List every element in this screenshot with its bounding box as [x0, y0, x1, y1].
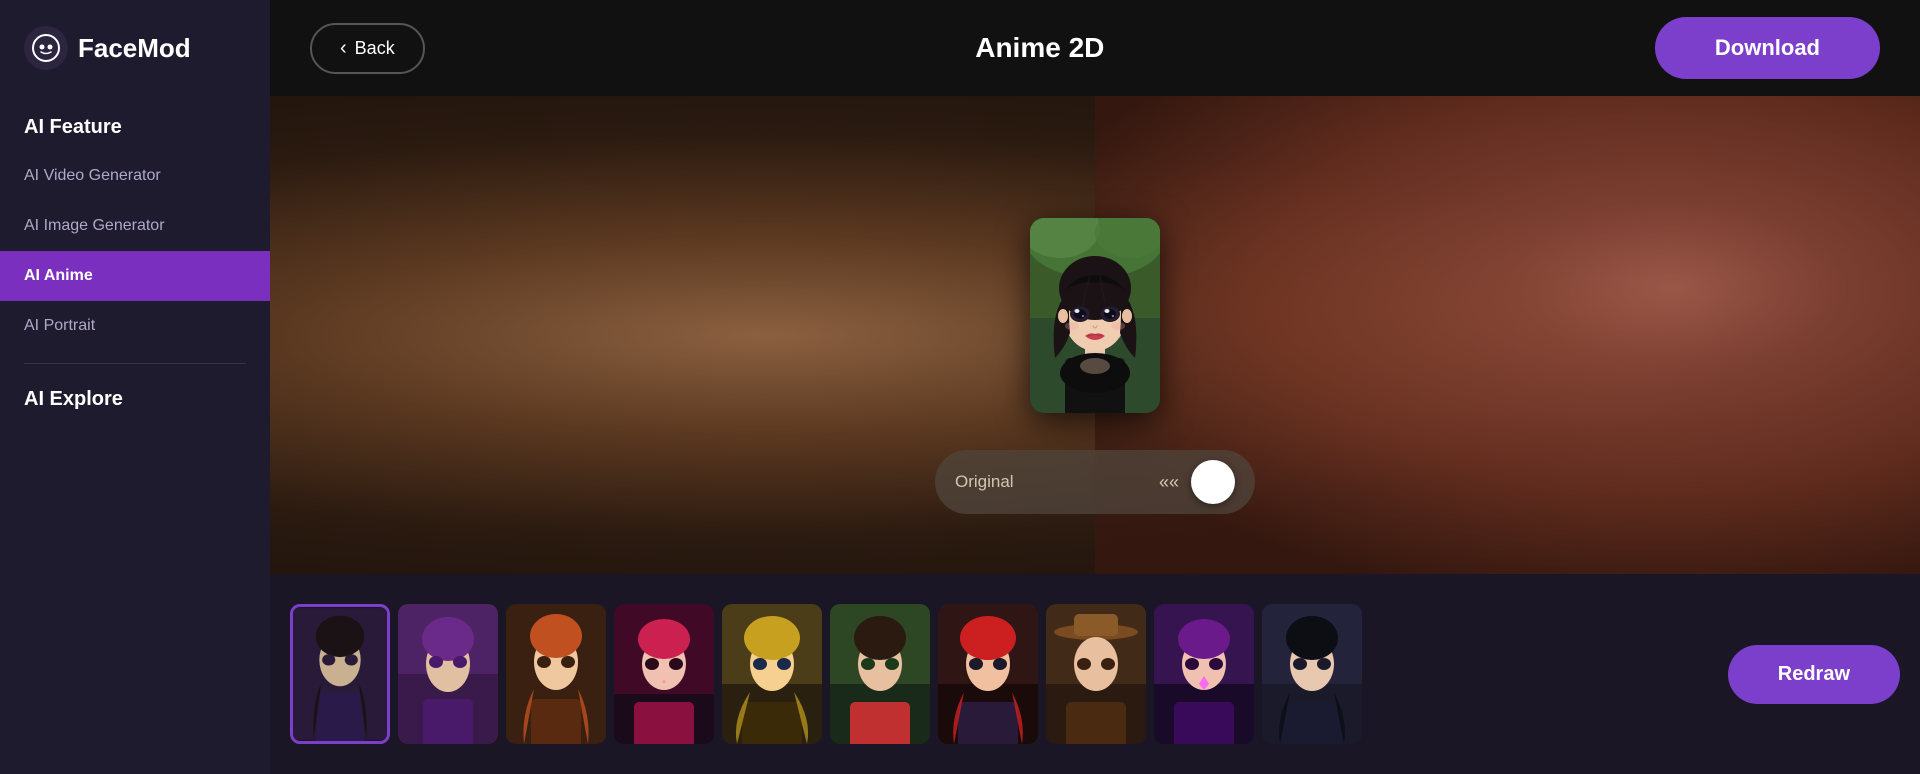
page-title: Anime 2D — [975, 32, 1104, 64]
logo-text: FaceMod — [78, 33, 191, 64]
thumbnail-1[interactable] — [290, 604, 390, 744]
toggle-arrows-icon: «« — [1159, 472, 1179, 493]
thumbnail-10[interactable] — [1262, 604, 1362, 744]
ai-explore-section-title: AI Explore — [0, 376, 270, 423]
header: ‹ Back Anime 2D Download — [270, 0, 1920, 96]
thumbnail-9[interactable] — [1154, 604, 1254, 744]
download-button[interactable]: Download — [1655, 17, 1880, 79]
canvas-area: Original «« — [270, 96, 1920, 574]
thumbnail-4[interactable]: ♦ — [614, 604, 714, 744]
sidebar-item-ai-anime[interactable]: AI Anime — [0, 251, 270, 301]
back-button[interactable]: ‹ Back — [310, 23, 425, 74]
ai-feature-section-title: AI Feature — [0, 96, 270, 151]
bottom-strip: ♦ — [270, 574, 1920, 774]
thumbnail-7[interactable] — [938, 604, 1038, 744]
redraw-button[interactable]: Redraw — [1728, 645, 1900, 704]
svg-text:♦: ♦ — [662, 677, 666, 686]
sidebar-item-ai-video-generator[interactable]: AI Video Generator — [0, 151, 270, 201]
main-content: ‹ Back Anime 2D Download — [270, 0, 1920, 774]
thumbnail-2[interactable] — [398, 604, 498, 744]
sidebar-divider — [24, 363, 246, 364]
thumbnail-8[interactable] — [1046, 604, 1146, 744]
toggle-knob[interactable] — [1191, 460, 1235, 504]
thumbnail-3[interactable] — [506, 604, 606, 744]
chevron-left-icon: ‹ — [340, 37, 347, 60]
sidebar-item-ai-image-generator[interactable]: AI Image Generator — [0, 201, 270, 251]
toggle-label: Original — [955, 472, 1147, 492]
toggle-bar[interactable]: Original «« — [935, 450, 1255, 514]
thumbnail-6[interactable] — [830, 604, 930, 744]
back-label: Back — [355, 38, 395, 59]
sidebar: FaceMod AI Feature AI Video Generator AI… — [0, 0, 270, 774]
main-image-card — [1030, 218, 1160, 413]
logo-icon — [24, 26, 68, 70]
thumbnail-5[interactable] — [722, 604, 822, 744]
sidebar-item-ai-portrait[interactable]: AI Portrait — [0, 301, 270, 351]
logo-area: FaceMod — [0, 0, 270, 96]
